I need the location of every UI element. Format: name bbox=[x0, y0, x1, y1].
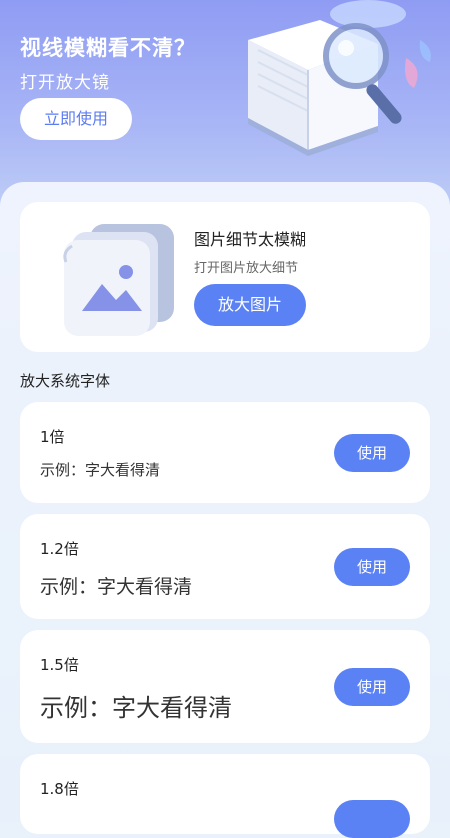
use-now-button[interactable]: 立即使用 bbox=[20, 98, 132, 140]
font-multiplier: 1.5倍 bbox=[40, 656, 79, 674]
image-zoom-card: 图片细节太模糊 打开图片放大细节 放大图片 bbox=[20, 202, 430, 352]
image-card-description: 打开图片放大细节 bbox=[194, 261, 299, 276]
font-option-card: 1.2倍 示例：字大看得清 使用 bbox=[20, 514, 430, 619]
hero-subtitle: 打开放大镜 bbox=[20, 73, 110, 93]
font-option-card: 1.8倍 bbox=[20, 754, 430, 838]
hero-title: 视线模糊看不清？ bbox=[20, 36, 196, 60]
font-example-text: 示例：字大看得清 bbox=[40, 461, 161, 479]
use-font-button[interactable]: 使用 bbox=[334, 434, 410, 472]
font-multiplier: 1.8倍 bbox=[40, 780, 79, 798]
section-title: 放大系统字体 bbox=[20, 372, 111, 390]
font-option-card: 1倍 示例：字大看得清 使用 bbox=[20, 402, 430, 503]
book-magnifier-icon bbox=[248, 0, 431, 156]
font-option-card: 1.5倍 示例：字大看得清 使用 bbox=[20, 630, 430, 743]
use-font-button[interactable]: 使用 bbox=[334, 548, 410, 586]
use-font-button[interactable] bbox=[334, 800, 410, 838]
picture-icon bbox=[63, 224, 174, 336]
font-example-text: 示例：字大看得清 bbox=[40, 576, 193, 598]
font-example-text: 示例：字大看得清 bbox=[40, 694, 232, 722]
zoom-image-button[interactable]: 放大图片 bbox=[194, 284, 306, 326]
image-card-title: 图片细节太模糊 bbox=[194, 230, 307, 249]
font-multiplier: 1倍 bbox=[40, 428, 65, 446]
use-font-button[interactable]: 使用 bbox=[334, 668, 410, 706]
main-panel: 图片细节太模糊 打开图片放大细节 放大图片 放大系统字体 1倍 示例：字大看得清… bbox=[0, 182, 450, 838]
font-multiplier: 1.2倍 bbox=[40, 540, 79, 558]
